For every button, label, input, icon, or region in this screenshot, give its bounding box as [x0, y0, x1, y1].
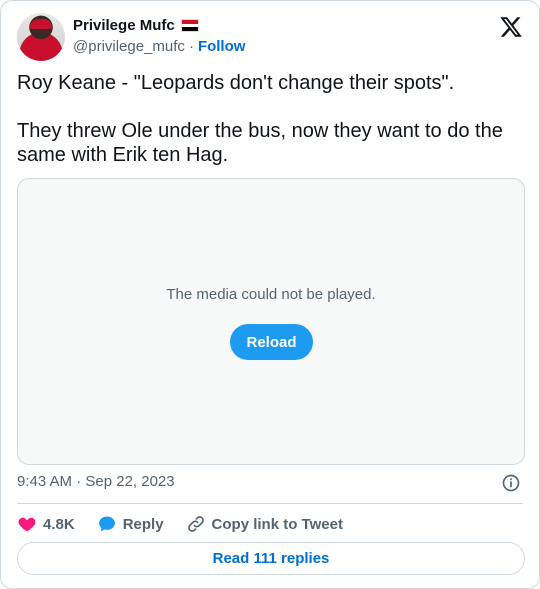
reply-bubble-icon: [98, 516, 115, 532]
avatar-cap: [30, 19, 52, 29]
follow-link[interactable]: Follow: [198, 38, 246, 55]
info-icon[interactable]: [501, 473, 521, 493]
reload-button[interactable]: Reload: [230, 324, 313, 360]
tweet-timestamp[interactable]: 9:43 AM · Sep 22, 2023: [17, 473, 175, 490]
like-button[interactable]: 4.8K: [17, 514, 75, 534]
tweet-header: Privilege Mufc @privilege_mufc · Follow: [17, 13, 523, 61]
handle-separator: ·: [188, 38, 194, 55]
like-count: 4.8K: [43, 515, 75, 533]
author-name[interactable]: Privilege Mufc: [73, 17, 175, 34]
author-handle[interactable]: @privilege_mufc: [73, 38, 185, 55]
heart-icon: [18, 517, 36, 532]
copy-link-label: Copy link to Tweet: [211, 515, 343, 533]
media-player: The media could not be played. Reload: [17, 178, 525, 465]
tweet-card: Privilege Mufc @privilege_mufc · Follow …: [0, 0, 540, 589]
avatar[interactable]: [17, 13, 65, 61]
link-icon: [187, 516, 204, 532]
copy-link-button[interactable]: Copy link to Tweet: [186, 514, 343, 534]
reply-label: Reply: [122, 515, 164, 533]
divider: [17, 503, 523, 504]
tweet-text: Roy Keane - "Leopards don't change their…: [17, 72, 503, 166]
x-logo-icon[interactable]: [499, 15, 523, 39]
action-bar: 4.8K Reply Copy link to Tweet: [17, 511, 365, 537]
handle-row: @privilege_mufc · Follow: [73, 38, 245, 55]
flag-icon: [180, 19, 199, 32]
read-replies-button[interactable]: Read 111 replies: [17, 542, 525, 575]
reply-button[interactable]: Reply: [97, 514, 164, 534]
name-row: Privilege Mufc: [73, 17, 199, 34]
media-error-message: The media could not be played.: [166, 286, 376, 303]
